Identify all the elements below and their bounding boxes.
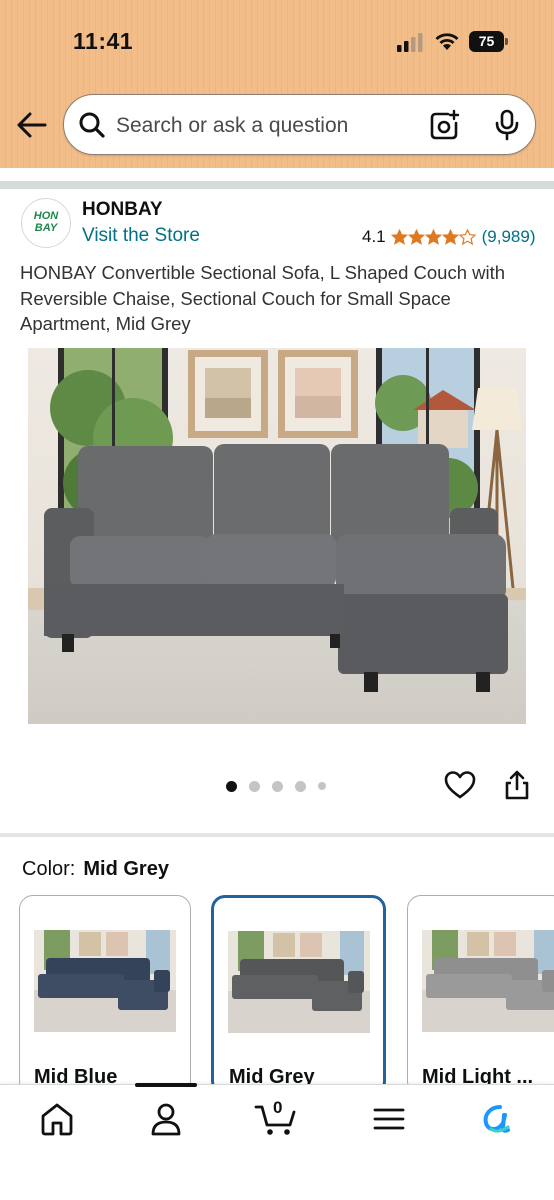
bottom-nav-bar: 0 bbox=[0, 1083, 554, 1200]
color-label-text: Color: bbox=[22, 858, 76, 880]
logo-text: HON BAY bbox=[22, 210, 70, 234]
carousel-dot[interactable] bbox=[318, 782, 326, 790]
review-count[interactable]: (9,989) bbox=[482, 227, 536, 247]
rating-value: 4.1 bbox=[362, 227, 386, 246]
search-bar[interactable] bbox=[63, 94, 536, 155]
swatch-thumbnail bbox=[34, 930, 176, 1032]
star-full-icon bbox=[390, 229, 408, 245]
carousel-dot[interactable] bbox=[272, 780, 283, 792]
account-icon[interactable] bbox=[146, 1101, 186, 1137]
microphone-icon[interactable] bbox=[492, 109, 522, 141]
swatch-thumbnail bbox=[228, 931, 370, 1033]
home-icon[interactable] bbox=[37, 1101, 77, 1137]
back-arrow-icon[interactable] bbox=[14, 110, 48, 140]
share-icon[interactable] bbox=[503, 769, 531, 801]
menu-icon[interactable] bbox=[369, 1101, 409, 1137]
battery-level: 75 bbox=[469, 31, 504, 52]
top-header: 11:41 75 bbox=[0, 0, 554, 168]
battery-tip bbox=[505, 38, 508, 45]
star-full-icon bbox=[407, 229, 425, 245]
cellular-signal-icon bbox=[397, 33, 423, 52]
rufus-ai-icon[interactable] bbox=[478, 1101, 518, 1137]
search-icon bbox=[79, 112, 105, 138]
product-image[interactable] bbox=[28, 348, 526, 724]
brand-logo[interactable]: HON BAY bbox=[21, 198, 71, 248]
star-full-icon bbox=[441, 229, 459, 245]
carousel-dot-active[interactable] bbox=[226, 780, 237, 792]
heart-icon[interactable] bbox=[444, 770, 476, 800]
active-tab-indicator bbox=[135, 1083, 197, 1087]
product-title: HONBAY Convertible Sectional Sofa, L Sha… bbox=[20, 262, 506, 334]
status-time: 11:41 bbox=[73, 28, 134, 54]
star-full-icon bbox=[424, 229, 442, 245]
logo-text-line1: HON bbox=[33, 210, 59, 222]
color-selector-label: Color: Mid Grey bbox=[22, 858, 169, 881]
cart-count: 0 bbox=[273, 1098, 283, 1117]
cart-button[interactable]: 0 bbox=[254, 1098, 300, 1137]
brand-name: HONBAY bbox=[82, 199, 163, 220]
color-option-mid-blue[interactable]: Mid Blue bbox=[19, 895, 191, 1095]
swatch-thumbnail bbox=[422, 930, 554, 1032]
section-divider bbox=[0, 833, 554, 837]
image-carousel-dots[interactable] bbox=[226, 780, 338, 792]
star-empty-icon bbox=[458, 229, 476, 245]
wifi-icon bbox=[435, 33, 459, 50]
color-option-mid-light[interactable]: Mid Light ... bbox=[407, 895, 554, 1095]
camera-lens-icon[interactable] bbox=[428, 109, 460, 141]
battery-icon: 75 bbox=[469, 31, 509, 52]
rating-row[interactable]: 4.1 (9,989) bbox=[362, 227, 536, 247]
carousel-dot[interactable] bbox=[249, 780, 260, 792]
logo-text-line2: BAY bbox=[34, 222, 58, 234]
visit-store-link[interactable]: Visit the Store bbox=[82, 225, 200, 247]
search-input[interactable] bbox=[116, 112, 416, 140]
selected-color-name: Mid Grey bbox=[83, 858, 169, 880]
section-divider bbox=[0, 181, 554, 189]
color-option-mid-grey[interactable]: Mid Grey bbox=[211, 895, 386, 1095]
status-bar: 11:41 75 bbox=[0, 0, 554, 84]
star-rating bbox=[390, 229, 476, 245]
carousel-dot[interactable] bbox=[295, 780, 306, 792]
